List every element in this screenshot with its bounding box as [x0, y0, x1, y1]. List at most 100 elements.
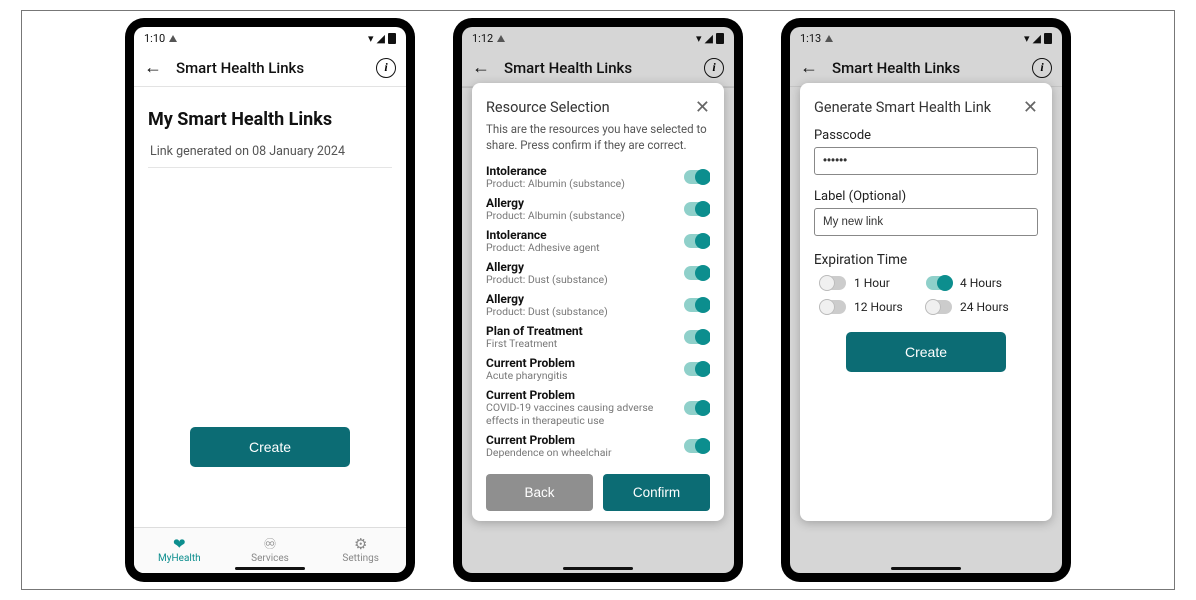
info-icon[interactable]: i [376, 58, 396, 78]
link-row[interactable]: Link generated on 08 January 2024 [148, 136, 392, 168]
nav-settings[interactable]: ⚙ Settings [315, 528, 406, 573]
expiration-option-label: 1 Hour [854, 276, 890, 290]
status-time: 1:13 [800, 32, 821, 45]
screen-2: 1:12 ▾ ◢ ← Smart Health Links i Resource… [462, 27, 734, 573]
signal-icon: ◢ [705, 32, 713, 45]
resource-title: Current Problem [486, 388, 684, 402]
resource-title: Allergy [486, 196, 625, 210]
expiration-toggle[interactable] [926, 276, 952, 290]
resource-toggle[interactable] [684, 362, 710, 376]
resource-toggle[interactable] [684, 439, 710, 453]
resource-subtitle: Acute pharyngitis [486, 370, 575, 382]
resource-selection-modal: Resource Selection ✕ This are the resour… [472, 83, 724, 521]
generate-link-modal: Generate Smart Health Link ✕ Passcode La… [800, 83, 1052, 521]
stethoscope-icon: ♾ [263, 537, 276, 552]
status-bar: 1:12 ▾ ◢ [462, 27, 734, 49]
nav-myhealth[interactable]: ❤ MyHealth [134, 528, 225, 573]
passcode-label: Passcode [814, 128, 1038, 143]
screen-3: 1:13 ▾ ◢ ← Smart Health Links i I Genera… [790, 27, 1062, 573]
home-indicator [563, 567, 633, 570]
phone-3: 1:13 ▾ ◢ ← Smart Health Links i I Genera… [782, 19, 1070, 581]
phone-2: 1:12 ▾ ◢ ← Smart Health Links i Resource… [454, 19, 742, 581]
resource-item: IntoleranceProduct: Albumin (substance) [486, 161, 710, 193]
warning-icon [497, 35, 505, 42]
expiration-toggle[interactable] [820, 300, 846, 314]
resource-item: Current ProblemCOVID-19 vaccines causing… [486, 385, 710, 429]
header-title: Smart Health Links [176, 59, 362, 77]
home-indicator [891, 567, 961, 570]
back-arrow-icon[interactable]: ← [800, 57, 818, 78]
resource-item: Current ProblemDependence on wheelchair [486, 430, 710, 462]
figure-frame: 1:10 ▾ ◢ ← Smart Health Links i My Smart… [21, 10, 1175, 590]
resource-title: Plan of Treatment [486, 324, 583, 338]
app-header: ← Smart Health Links i [790, 49, 1062, 87]
confirm-button[interactable]: Confirm [603, 474, 710, 511]
resource-toggle[interactable] [684, 266, 710, 280]
close-icon[interactable]: ✕ [695, 97, 710, 118]
wifi-icon: ▾ [696, 32, 702, 45]
create-button[interactable]: Create [846, 332, 1006, 372]
signal-icon: ◢ [1033, 32, 1041, 45]
resource-toggle[interactable] [684, 401, 710, 415]
resource-toggle[interactable] [684, 234, 710, 248]
passcode-input[interactable] [814, 147, 1038, 175]
resource-title: Intolerance [486, 228, 600, 242]
screen-1: 1:10 ▾ ◢ ← Smart Health Links i My Smart… [134, 27, 406, 573]
gear-icon: ⚙ [354, 537, 367, 552]
header-title: Smart Health Links [832, 59, 1018, 77]
resource-subtitle: Dependence on wheelchair [486, 447, 612, 459]
phone-1: 1:10 ▾ ◢ ← Smart Health Links i My Smart… [126, 19, 414, 581]
resource-subtitle: First Treatment [486, 338, 583, 350]
page-title: My Smart Health Links [148, 109, 392, 130]
expiration-toggle[interactable] [820, 276, 846, 290]
back-button[interactable]: Back [486, 474, 593, 511]
resource-subtitle: Product: Albumin (substance) [486, 178, 625, 190]
resource-toggle[interactable] [684, 202, 710, 216]
nav-label: MyHealth [158, 553, 201, 564]
resource-subtitle: Product: Adhesive agent [486, 242, 600, 254]
expiration-option[interactable]: 4 Hours [926, 276, 1032, 290]
resource-toggle[interactable] [684, 330, 710, 344]
resource-subtitle: COVID-19 vaccines causing adverse effect… [486, 402, 684, 426]
close-icon[interactable]: ✕ [1023, 97, 1038, 118]
info-icon[interactable]: i [704, 58, 724, 78]
home-indicator [235, 567, 305, 570]
back-arrow-icon[interactable]: ← [472, 57, 490, 78]
status-time: 1:12 [472, 32, 493, 45]
info-icon[interactable]: i [1032, 58, 1052, 78]
resource-toggle[interactable] [684, 170, 710, 184]
battery-icon [1044, 33, 1052, 44]
resource-title: Allergy [486, 260, 608, 274]
resource-item: Plan of TreatmentFirst Treatment [486, 321, 710, 353]
resource-toggle[interactable] [684, 298, 710, 312]
heart-hand-icon: ❤ [173, 537, 186, 552]
screen-body: My Smart Health Links Link generated on … [134, 87, 406, 527]
resource-list: IntoleranceProduct: Albumin (substance)A… [486, 161, 710, 466]
nav-label: Settings [342, 553, 379, 564]
warning-icon [825, 35, 833, 42]
signal-icon: ◢ [377, 32, 385, 45]
create-button[interactable]: Create [190, 427, 350, 467]
status-bar: 1:13 ▾ ◢ [790, 27, 1062, 49]
battery-icon [716, 33, 724, 44]
wifi-icon: ▾ [368, 32, 374, 45]
expiration-toggle[interactable] [926, 300, 952, 314]
resource-item: IntoleranceProduct: Adhesive agent [486, 225, 710, 257]
resource-subtitle: Product: Albumin (substance) [486, 210, 625, 222]
expiration-option[interactable]: 24 Hours [926, 300, 1032, 314]
back-arrow-icon[interactable]: ← [144, 57, 162, 78]
modal-title: Generate Smart Health Link [814, 99, 991, 116]
label-input[interactable] [814, 208, 1038, 236]
resource-title: Current Problem [486, 356, 575, 370]
expiration-option-label: 4 Hours [960, 276, 1002, 290]
nav-label: Services [251, 553, 289, 564]
expiration-option[interactable]: 12 Hours [820, 300, 926, 314]
expiration-label: Expiration Time [814, 252, 1038, 268]
wifi-icon: ▾ [1024, 32, 1030, 45]
resource-item: AllergyProduct: Dust (substance) [486, 257, 710, 289]
expiration-option[interactable]: 1 Hour [820, 276, 926, 290]
modal-title: Resource Selection [486, 99, 610, 116]
battery-icon [388, 33, 396, 44]
warning-icon [169, 35, 177, 42]
expiration-option-label: 12 Hours [854, 300, 903, 314]
